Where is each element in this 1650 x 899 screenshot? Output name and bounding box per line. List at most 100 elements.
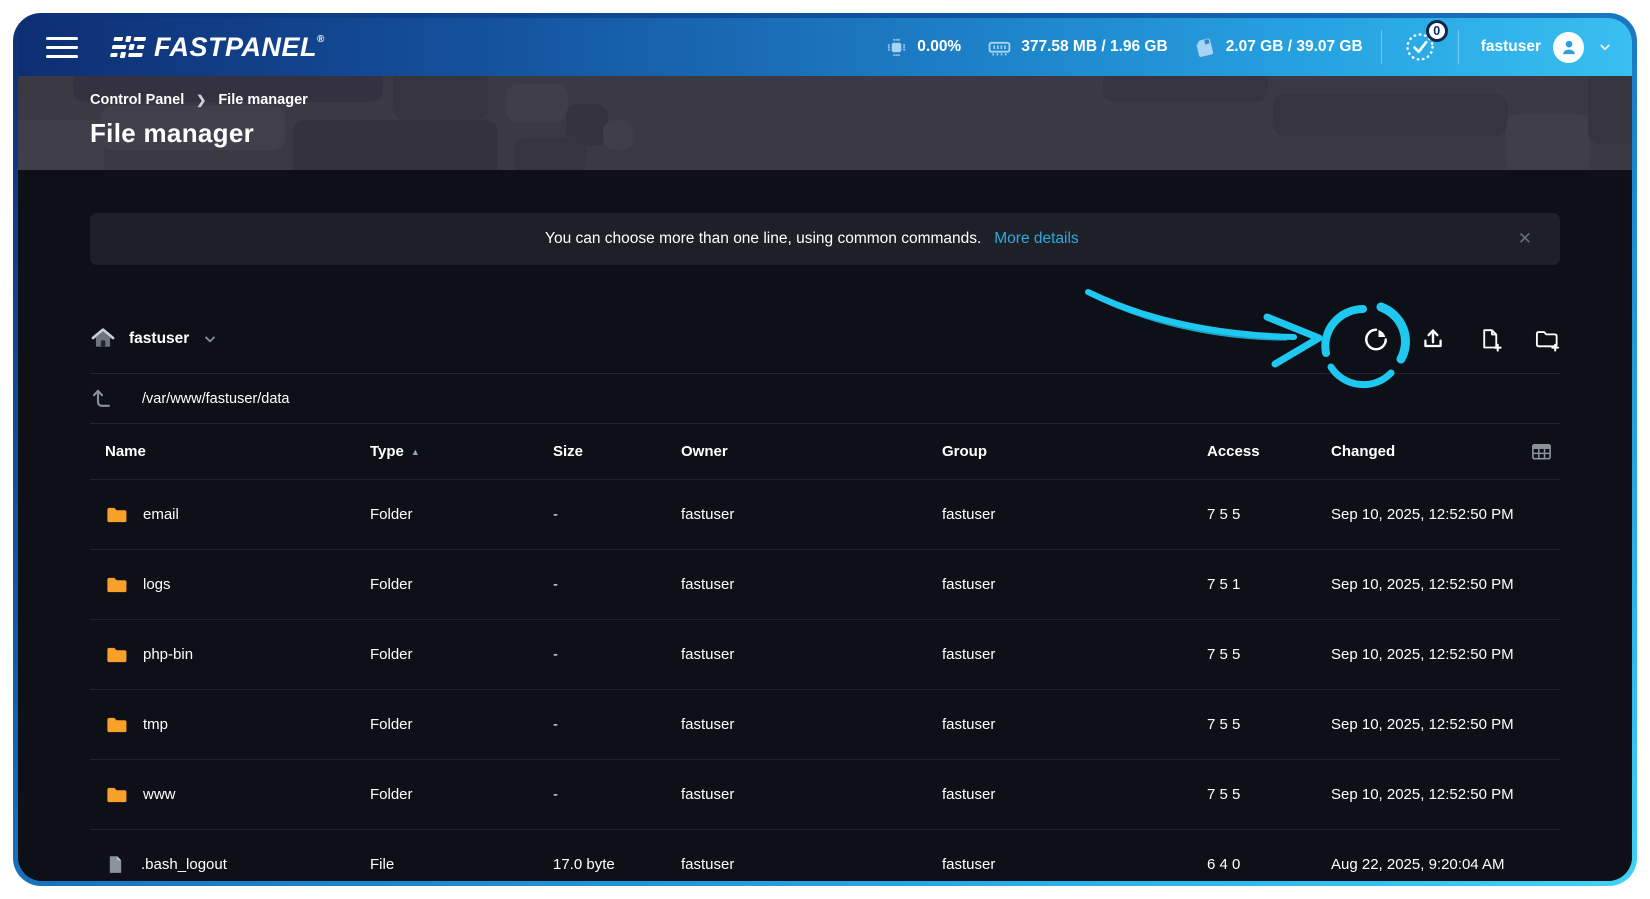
close-icon[interactable]: ✕ bbox=[1512, 225, 1538, 253]
notification-count-badge: 0 bbox=[1426, 20, 1448, 42]
disk-stat: 2.07 GB / 39.07 GB bbox=[1194, 36, 1363, 59]
current-path: /var/www/fastuser/data bbox=[142, 391, 289, 407]
file-icon bbox=[105, 854, 126, 875]
file-changed: Sep 10, 2025, 12:52:50 PM bbox=[1331, 716, 1521, 733]
file-type: Folder bbox=[370, 716, 553, 733]
file-changed: Sep 10, 2025, 12:52:50 PM bbox=[1331, 786, 1521, 803]
divider bbox=[1381, 30, 1382, 64]
ram-value: 377.58 MB / 1.96 GB bbox=[1021, 38, 1167, 56]
page-title: File manager bbox=[90, 118, 1632, 149]
upload-icon bbox=[1420, 326, 1446, 352]
file-owner: fastuser bbox=[681, 646, 942, 663]
folder-icon bbox=[105, 643, 128, 666]
file-name: .bash_logout bbox=[141, 856, 227, 873]
notifications-button[interactable]: 0 bbox=[1400, 27, 1440, 67]
table-row[interactable]: www Folder - fastuser fastuser 7 5 5 Sep… bbox=[90, 759, 1560, 829]
file-size: - bbox=[553, 716, 681, 733]
file-name: php-bin bbox=[143, 646, 193, 663]
banner-text: You can choose more than one line, using… bbox=[545, 230, 981, 247]
toolbar-actions bbox=[1363, 326, 1560, 352]
column-header-name[interactable]: Name bbox=[105, 443, 370, 460]
fastpanel-logo[interactable]: FASTPANEL® bbox=[112, 32, 325, 63]
column-settings-button[interactable] bbox=[1528, 439, 1554, 465]
table-row[interactable]: .bash_logout File 17.0 byte fastuser fas… bbox=[90, 829, 1560, 881]
file-access: 7 5 5 bbox=[1207, 716, 1331, 733]
file-name: email bbox=[143, 506, 179, 523]
path-bar: /var/www/fastuser/data bbox=[90, 373, 1560, 423]
file-name: logs bbox=[143, 576, 171, 593]
column-header-size[interactable]: Size bbox=[553, 443, 681, 460]
file-type: Folder bbox=[370, 646, 553, 663]
file-toolbar: fastuser bbox=[90, 305, 1560, 373]
table-row[interactable]: email Folder - fastuser fastuser 7 5 5 S… bbox=[90, 479, 1560, 549]
cpu-icon bbox=[885, 36, 908, 59]
cpu-value: 0.00% bbox=[917, 38, 961, 56]
disk-icon bbox=[1194, 36, 1217, 59]
new-file-button[interactable] bbox=[1477, 326, 1503, 352]
cpu-stat: 0.00% bbox=[885, 36, 961, 59]
user-menu[interactable]: fastuser bbox=[1481, 32, 1614, 63]
file-access: 7 5 5 bbox=[1207, 646, 1331, 663]
topbar: FASTPANEL® 0.00% bbox=[18, 18, 1632, 76]
table-header: Name Type▲ Size Owner Group Access Chang… bbox=[90, 423, 1560, 479]
file-size: - bbox=[553, 786, 681, 803]
disk-value: 2.07 GB / 39.07 GB bbox=[1226, 38, 1363, 56]
upload-button[interactable] bbox=[1420, 326, 1446, 352]
file-group: fastuser bbox=[942, 506, 1207, 523]
avatar bbox=[1553, 32, 1584, 63]
level-up-icon bbox=[91, 387, 115, 411]
file-access: 7 5 5 bbox=[1207, 506, 1331, 523]
info-banner: You can choose more than one line, using… bbox=[90, 213, 1560, 265]
column-header-group[interactable]: Group bbox=[942, 443, 1207, 460]
table-row[interactable]: logs Folder - fastuser fastuser 7 5 1 Se… bbox=[90, 549, 1560, 619]
file-owner: fastuser bbox=[681, 716, 942, 733]
level-up-button[interactable] bbox=[90, 386, 116, 412]
home-user-selector[interactable]: fastuser bbox=[90, 326, 218, 352]
breadcrumb: Control Panel ❯ File manager bbox=[90, 92, 1632, 108]
file-changed: Sep 10, 2025, 12:52:50 PM bbox=[1331, 646, 1521, 663]
topbar-username: fastuser bbox=[1481, 38, 1541, 56]
file-size: - bbox=[553, 576, 681, 593]
file-owner: fastuser bbox=[681, 506, 942, 523]
table-grid-icon bbox=[1530, 440, 1553, 463]
hamburger-menu-icon[interactable] bbox=[46, 31, 78, 64]
file-changed: Sep 10, 2025, 12:52:50 PM bbox=[1331, 506, 1521, 523]
file-group: fastuser bbox=[942, 716, 1207, 733]
file-owner: fastuser bbox=[681, 576, 942, 593]
person-icon bbox=[1559, 37, 1579, 57]
ram-icon bbox=[987, 35, 1012, 60]
file-access: 7 5 5 bbox=[1207, 786, 1331, 803]
main-content: You can choose more than one line, using… bbox=[18, 170, 1632, 881]
folder-icon bbox=[105, 783, 128, 806]
table-row[interactable]: tmp Folder - fastuser fastuser 7 5 5 Sep… bbox=[90, 689, 1560, 759]
breadcrumb-control-panel[interactable]: Control Panel bbox=[90, 92, 184, 108]
table-row[interactable]: php-bin Folder - fastuser fastuser 7 5 5… bbox=[90, 619, 1560, 689]
column-header-access[interactable]: Access bbox=[1207, 443, 1331, 460]
file-type: Folder bbox=[370, 506, 553, 523]
new-folder-button[interactable] bbox=[1534, 326, 1560, 352]
file-type: Folder bbox=[370, 786, 553, 803]
file-name: tmp bbox=[143, 716, 168, 733]
file-changed: Aug 22, 2025, 9:20:04 AM bbox=[1331, 856, 1521, 873]
file-changed: Sep 10, 2025, 12:52:50 PM bbox=[1331, 576, 1521, 593]
file-access: 6 4 0 bbox=[1207, 856, 1331, 873]
more-details-link[interactable]: More details bbox=[994, 230, 1078, 247]
pie-chart-icon bbox=[1363, 326, 1389, 353]
ram-stat: 377.58 MB / 1.96 GB bbox=[987, 35, 1167, 60]
chevron-down-icon bbox=[1596, 38, 1614, 56]
chevron-down-icon bbox=[202, 331, 218, 347]
column-header-owner[interactable]: Owner bbox=[681, 443, 942, 460]
column-header-type[interactable]: Type▲ bbox=[370, 443, 553, 460]
file-size: 17.0 byte bbox=[553, 856, 681, 873]
column-header-changed[interactable]: Changed bbox=[1331, 443, 1521, 460]
divider bbox=[1458, 30, 1459, 64]
location-user-label: fastuser bbox=[129, 330, 189, 348]
sort-asc-icon: ▲ bbox=[411, 447, 420, 457]
app-frame: FASTPANEL® 0.00% bbox=[13, 13, 1637, 886]
breadcrumb-file-manager: File manager bbox=[218, 92, 307, 108]
home-icon bbox=[90, 326, 116, 352]
disk-usage-button[interactable] bbox=[1363, 326, 1389, 352]
folder-icon bbox=[105, 713, 128, 736]
breadcrumb-separator-icon: ❯ bbox=[196, 93, 206, 107]
file-plus-icon bbox=[1477, 326, 1503, 353]
